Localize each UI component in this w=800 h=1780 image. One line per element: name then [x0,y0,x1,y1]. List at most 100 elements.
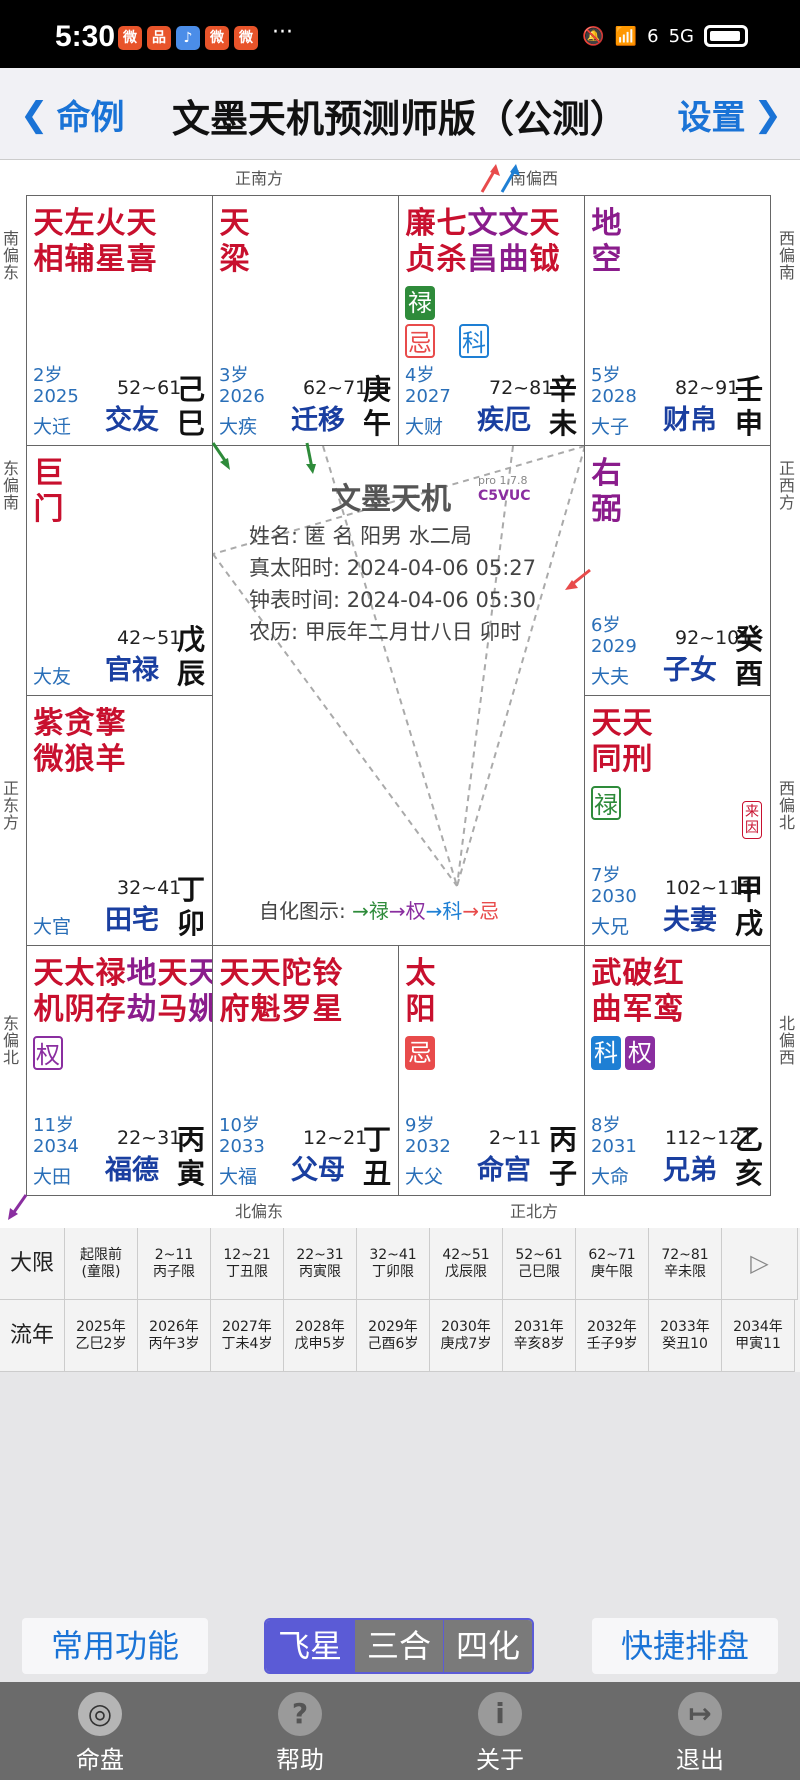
age-range: 42~51 [117,627,182,649]
age-range: 62~71 [303,377,368,399]
ganzhi-label: 庚午 [362,373,391,440]
palace-7[interactable]: 天同天刑禄来因 7岁 2030 大兄 102~111 夫妻甲戌 [584,695,771,946]
period-cell[interactable]: 2030年 庚戌7岁 [430,1300,503,1372]
palace-10[interactable]: 太阳忌 9岁 2032 大父 2~11 命宫丙子 [398,945,585,1196]
cell-bottom: 丙午3岁 [148,1335,200,1352]
ganzhi-label: 癸酉 [734,623,763,690]
palace-name: 交友 [105,405,159,436]
period-cell[interactable]: 2029年 己酉6岁 [357,1300,430,1372]
star-list: 地空 [591,206,622,278]
period-cell[interactable]: 22~31 丙寅限 [284,1228,357,1300]
period-cell[interactable]: 2026年 丙午3岁 [138,1300,211,1372]
ganzhi-label: 甲戌 [734,873,763,940]
tab-help[interactable]: ? 帮助 [255,1692,345,1775]
period-cell[interactable]: 72~81 辛未限 [649,1228,722,1300]
tab-sihua[interactable]: 四化 [443,1620,532,1672]
palace-8[interactable]: 天机太阴禄存地劫天马天姚权 11岁 2034 大田 22~31 福德丙寅 [26,945,219,1196]
tab-feixing[interactable]: 飞星 [266,1620,354,1672]
age-range: 72~81 [489,377,554,399]
cell-top: 2~11 [154,1246,194,1263]
palace-3[interactable]: 地空 5岁 2028 大子 82~91 财帛壬申 [584,195,771,446]
period-cell[interactable]: 2028年 戊申5岁 [284,1300,357,1372]
period-cell[interactable]: 2032年 壬子9岁 [576,1300,649,1372]
tab-mingpan[interactable]: ◎ 命盘 [55,1692,145,1775]
star: 天魁 [250,956,281,1027]
palace-2[interactable]: 廉贞七杀文昌文曲天钺禄忌科 4岁 2027 大财 72~81 疾厄辛未 [398,195,585,446]
tab-label: 帮助 [276,1746,324,1774]
tab-label: 命盘 [76,1746,124,1774]
star: 紫微 [33,706,64,777]
period-cell[interactable]: 42~51 戊辰限 [430,1228,503,1300]
exit-icon: ↦ [678,1692,722,1736]
palace-9[interactable]: 天府天魁陀罗铃星 10岁 2033 大福 12~21 父母丁丑 [212,945,399,1196]
palace-0[interactable]: 天相左辅火星天喜 2岁 2025 大迁 52~61 交友己巳 [26,195,213,446]
period-cell[interactable]: 62~71 庚午限 [576,1228,649,1300]
star-list: 天相左辅火星天喜 [33,206,157,278]
period-cell[interactable]: 12~21 丁丑限 [211,1228,284,1300]
app-icon: 品 [147,26,171,50]
tab-about[interactable]: i 关于 [455,1692,545,1775]
period-cell[interactable]: 2~11 丙子限 [138,1228,211,1300]
more-notifications-icon: ··· [272,20,293,45]
ziwei-chart[interactable]: 正南方 南偏西 北偏东 正北方 南偏东 东偏南 正东方 东偏北 西偏南 正西方 … [0,160,800,1228]
palace-11[interactable]: 武曲破军红鸾科权 8岁 2031 大命 112~121 兄弟乙亥 [584,945,771,1196]
palace-name: 福德 [105,1155,159,1186]
cell-top: 2032年 [587,1318,637,1335]
legend-item: →权 [388,899,426,923]
period-cell[interactable]: 2031年 辛亥8岁 [503,1300,576,1372]
settings-button[interactable]: 设置 ❯ [678,90,783,139]
star: 左辅 [64,206,95,277]
cell-bottom: 丙寅限 [299,1263,341,1280]
palace-name: 迁移 [291,405,345,436]
age-label: 6岁 [591,615,621,636]
cell-top: 32~41 [369,1246,417,1263]
period-table: 大限 起限前 (童限) 2~11 丙子限 12~21 丁丑限 22~31 丙寅限 32~41 丁卯限… [0,1228,800,1372]
star-list: 太阳 [405,956,436,1028]
tab-sanhe[interactable]: 三合 [354,1620,443,1672]
period-cell[interactable]: 起限前 (童限) [65,1228,138,1300]
star-list: 右弼 [591,456,622,528]
age-label: 9岁 [405,1115,435,1136]
period-cell[interactable]: 2033年 癸丑10 [649,1300,722,1372]
row-label: 流年 [0,1300,65,1372]
star: 太阴 [64,956,95,1027]
star: 七杀 [436,206,467,277]
daxian-label: 大兄 [591,916,630,938]
age-range: 32~41 [117,877,182,899]
cell-top: 42~51 [442,1246,490,1263]
star: 廉贞 [405,206,436,277]
period-cell[interactable]: 2027年 丁未4岁 [211,1300,284,1372]
period-cell[interactable]: 2025年 乙巳2岁 [65,1300,138,1372]
common-functions-button[interactable]: 常用功能 [22,1618,208,1674]
name-line: 姓名: 匿 名 阳男 水二局 [249,524,472,548]
daxian-label: 大财 [405,416,444,438]
palace-name: 父母 [291,1155,345,1186]
palace-6[interactable]: 紫微贪狼擎羊大官 32~41 田宅丁卯 [26,695,213,946]
cell-top: 2034年 [733,1318,783,1335]
palace-name: 田宅 [105,905,159,936]
star: 天同 [591,706,622,777]
chart-icon: ◎ [78,1692,122,1736]
ganzhi-label: 丙寅 [176,1123,205,1190]
star: 红鸾 [653,956,684,1027]
age-label: 11岁 [33,1115,74,1136]
cell-bottom: 己巳限 [518,1263,560,1280]
sihua-badge: 科 [591,1036,621,1070]
direction-label: 西偏北 [778,779,795,832]
period-cell[interactable]: 2034年 甲寅11 [722,1300,795,1372]
period-cell[interactable]: 52~61 己巳限 [503,1228,576,1300]
next-page-button[interactable]: ▷ [722,1228,798,1300]
direction-label: 南偏东 [2,229,19,282]
palace-5[interactable]: 右弼 6岁 2029 大夫 92~101 子女癸酉 [584,445,771,696]
system-icons: 🔕 📶 6 5G [582,25,748,47]
star: 禄存 [95,956,126,1027]
star: 太阳 [405,956,436,1027]
palace-4[interactable]: 巨门大友 42~51 官禄戊辰 [26,445,213,696]
battery-icon [704,25,748,47]
year-label: 2027 [405,386,451,407]
palace-1[interactable]: 天梁 3岁 2026 大疾 62~71 迁移庚午 [212,195,399,446]
quick-chart-button[interactable]: 快捷排盘 [592,1618,778,1674]
period-cell[interactable]: 32~41 丁卯限 [357,1228,430,1300]
tab-exit[interactable]: ↦ 退出 [655,1692,745,1775]
legend-items: →禄→权→科→忌 [352,899,499,923]
